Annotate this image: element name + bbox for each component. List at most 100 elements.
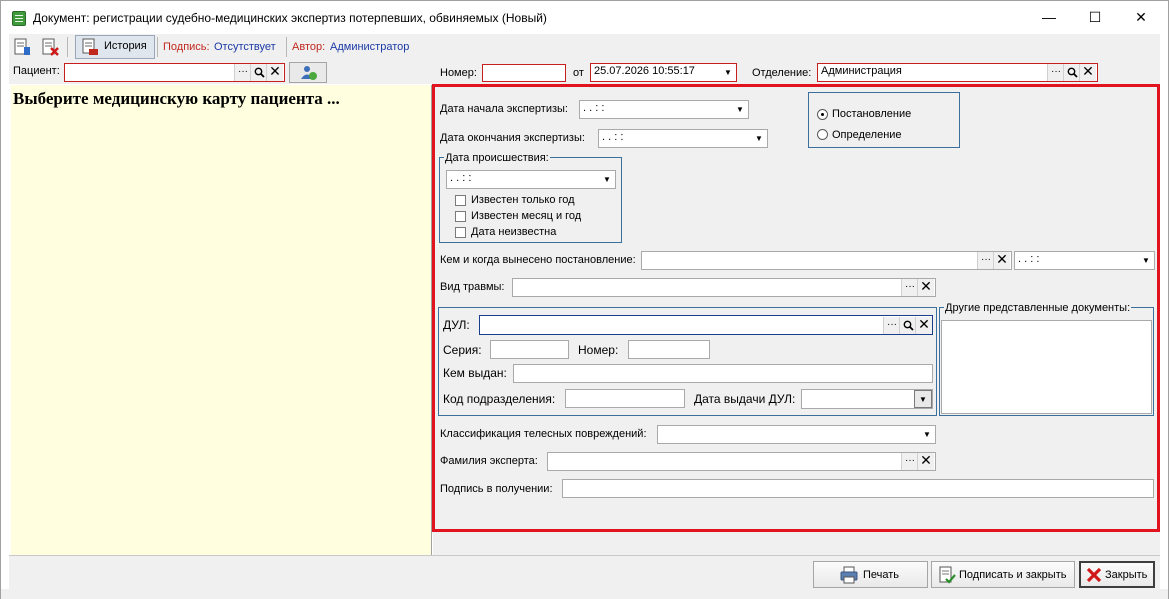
signature-label: Подпись: xyxy=(163,41,210,53)
series-field[interactable] xyxy=(490,340,569,359)
other-documents-textarea[interactable] xyxy=(941,320,1152,414)
document-app-icon xyxy=(12,11,26,26)
window-bottom-strip xyxy=(1,589,1168,599)
toolbar-separator xyxy=(67,37,68,57)
application-window: Документ: регистрации судебно-медицински… xyxy=(0,0,1169,599)
department-search-icon[interactable] xyxy=(1063,64,1080,81)
close-label: Закрыть xyxy=(1105,569,1148,581)
print-label: Печать xyxy=(863,569,900,581)
dul-clear-icon[interactable]: ✕ xyxy=(915,317,932,334)
receipt-sign-field[interactable] xyxy=(562,479,1154,498)
issued-by-select-button[interactable]: ··· xyxy=(977,252,994,269)
injury-type-field[interactable] xyxy=(512,278,936,297)
issued-date-field[interactable]: . . : : xyxy=(1014,251,1155,270)
ruling-label: Определение xyxy=(832,129,902,141)
dul-number-field[interactable] xyxy=(628,340,710,359)
resolution-label: Постановление xyxy=(832,108,912,120)
patient-clear-icon[interactable]: ✕ xyxy=(266,64,283,81)
signature-value: Отсутствует xyxy=(214,41,276,53)
incident-date-field[interactable]: . . : : xyxy=(446,170,616,189)
start-date-field[interactable]: . . : : xyxy=(579,100,749,119)
window-title: Документ: регистрации судебно-медицински… xyxy=(33,11,547,25)
date-unknown-label: Дата неизвестна xyxy=(471,226,557,238)
series-label: Серия: xyxy=(443,343,482,357)
document-date-field[interactable]: 25.07.2026 10:55:17 xyxy=(590,63,737,82)
dul-issued-by-field[interactable] xyxy=(513,364,933,383)
patient-card-icon xyxy=(301,66,317,80)
sign-and-close-label: Подписать и закрыть xyxy=(959,569,1067,581)
issued-date-dropdown-icon[interactable]: ▼ xyxy=(1138,252,1154,269)
dul-issue-date-dropdown-icon[interactable]: ▼ xyxy=(914,390,932,408)
incident-date-dropdown-icon[interactable]: ▼ xyxy=(599,171,615,188)
end-date-dropdown-icon[interactable]: ▼ xyxy=(751,130,767,147)
dul-field[interactable] xyxy=(479,315,933,335)
date-unknown-checkbox[interactable] xyxy=(455,227,466,238)
department-clear-icon[interactable]: ✕ xyxy=(1079,64,1096,81)
issued-by-label: Кем и когда вынесено постановление: xyxy=(440,254,636,266)
number-field[interactable] xyxy=(482,64,566,82)
document-delete-icon[interactable] xyxy=(40,37,60,57)
expert-select-button[interactable]: ··· xyxy=(901,453,918,470)
date-dropdown-icon[interactable]: ▼ xyxy=(720,64,736,81)
author-value: Администратор xyxy=(330,41,410,53)
only-year-checkbox[interactable] xyxy=(455,195,466,206)
start-date-value: . . : : xyxy=(583,102,605,114)
printer-icon xyxy=(840,566,858,584)
injury-class-field[interactable] xyxy=(657,425,936,444)
document-date-value: 25.07.2026 10:55:17 xyxy=(594,65,695,77)
patient-search-icon[interactable] xyxy=(250,64,267,81)
injury-type-clear-icon[interactable]: ✕ xyxy=(917,279,934,296)
end-date-value: . . : : xyxy=(602,131,624,143)
dul-label: ДУЛ: xyxy=(443,318,470,332)
maximize-button[interactable]: ☐ xyxy=(1072,1,1118,34)
month-year-checkbox[interactable] xyxy=(455,211,466,222)
dul-issue-date-label: Дата выдачи ДУЛ: xyxy=(694,392,796,406)
history-button[interactable]: История xyxy=(75,35,155,59)
start-date-dropdown-icon[interactable]: ▼ xyxy=(732,101,748,118)
expert-clear-icon[interactable]: ✕ xyxy=(917,453,934,470)
department-label: Отделение: xyxy=(752,67,812,79)
ruling-radio[interactable] xyxy=(817,129,828,140)
end-date-label: Дата окончания экспертизы: xyxy=(440,132,585,144)
receipt-sign-label: Подпись в получении: xyxy=(440,483,553,495)
history-icon xyxy=(82,38,98,55)
close-red-x-icon xyxy=(1086,567,1102,583)
incident-date-value: . . : : xyxy=(450,172,472,184)
resolution-radio[interactable] xyxy=(817,109,828,120)
toolbar: История Подпись: Отсутствует Автор: Адми… xyxy=(9,34,1160,61)
expert-field[interactable] xyxy=(547,452,936,471)
dul-search-icon[interactable] xyxy=(899,317,916,334)
add-patient-button[interactable] xyxy=(289,62,327,83)
patient-select-button[interactable]: ··· xyxy=(234,64,251,81)
start-date-label: Дата начала экспертизы: xyxy=(440,103,568,115)
injury-type-select-button[interactable]: ··· xyxy=(901,279,918,296)
select-card-message: Выберите медицинскую карту пациента ... xyxy=(13,89,340,108)
toolbar-separator xyxy=(157,37,158,57)
dul-number-label: Номер: xyxy=(578,343,619,357)
department-select-button[interactable]: ··· xyxy=(1047,64,1064,81)
minimize-button[interactable]: — xyxy=(1026,1,1072,34)
title-bar: Документ: регистрации судебно-медицински… xyxy=(1,1,1168,34)
dul-issued-by-label: Кем выдан: xyxy=(443,366,507,380)
division-code-label: Код подразделения: xyxy=(443,392,556,406)
date-from-label: от xyxy=(573,67,584,79)
author-label: Автор: xyxy=(292,41,326,53)
sign-document-icon xyxy=(939,566,956,584)
division-code-field[interactable] xyxy=(565,389,685,408)
injury-class-dropdown-icon[interactable]: ▼ xyxy=(919,426,935,443)
close-button[interactable]: Закрыть xyxy=(1079,561,1155,588)
dul-select-button[interactable]: ··· xyxy=(883,317,900,334)
injury-class-label: Классификация телесных повреждений: xyxy=(440,428,647,440)
close-window-button[interactable]: ✕ xyxy=(1118,1,1164,34)
month-year-label: Известен месяц и год xyxy=(471,210,582,222)
only-year-label: Известен только год xyxy=(471,194,575,206)
issued-by-field[interactable] xyxy=(641,251,1012,270)
patient-card-panel: Выберите медицинскую карту пациента ... xyxy=(11,85,432,555)
toolbar-separator xyxy=(286,37,287,57)
issued-date-value: . . : : xyxy=(1018,253,1040,265)
document-check-icon[interactable] xyxy=(12,37,32,57)
sign-and-close-button[interactable]: Подписать и закрыть xyxy=(931,561,1075,588)
issued-by-clear-icon[interactable]: ✕ xyxy=(993,252,1010,269)
print-button[interactable]: Печать xyxy=(813,561,928,588)
end-date-field[interactable]: . . : : xyxy=(598,129,768,148)
